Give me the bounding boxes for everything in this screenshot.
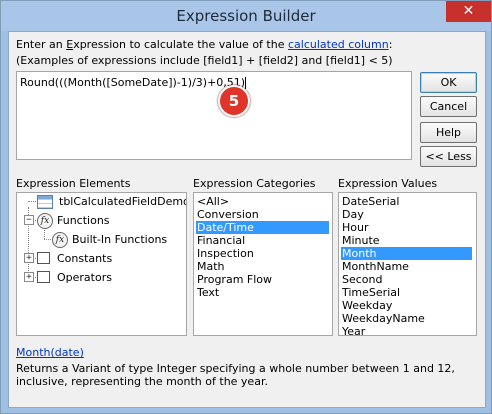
list-item[interactable]: DateSerial: [341, 195, 472, 208]
folder-icon: [37, 271, 50, 283]
step-callout-badge: 5: [218, 85, 250, 117]
expression-categories-list[interactable]: <All> Conversion Date/Time Financial Ins…: [193, 192, 333, 336]
list-item[interactable]: Text: [196, 286, 329, 299]
text-caret: [245, 77, 247, 89]
expression-builder-window: Expression Builder ✕ Enter an Expression…: [0, 0, 492, 414]
list-item[interactable]: Second: [341, 273, 472, 286]
tree-item-label: Constants: [57, 252, 113, 265]
expand-toggle[interactable]: +: [24, 253, 34, 263]
function-description: Returns a Variant of type Integer specif…: [16, 362, 455, 388]
dialog-body: Enter an Expression to calculate the val…: [8, 31, 486, 408]
list-item[interactable]: Weekday: [341, 299, 472, 312]
ok-button[interactable]: OK: [420, 72, 477, 93]
window-title: Expression Builder: [176, 7, 316, 25]
list-item[interactable]: Conversion: [196, 208, 329, 221]
expression-text-line: Round(((Month([SomeDate])-1)/3)+0,51): [20, 76, 247, 89]
list-item-selected[interactable]: Date/Time: [196, 221, 329, 234]
list-item[interactable]: Day: [341, 208, 472, 221]
expression-categories-header: Expression Categories: [193, 177, 316, 190]
function-icon: fx: [37, 213, 53, 229]
list-item[interactable]: MonthName: [341, 260, 472, 273]
help-button[interactable]: Help: [420, 122, 477, 143]
instruction-text: xpression to calculate the value of the: [73, 38, 288, 51]
function-icon: fx: [52, 232, 68, 248]
cancel-button[interactable]: Cancel: [420, 96, 477, 117]
syntax-link[interactable]: Month(date): [16, 346, 84, 359]
table-icon: [37, 195, 53, 209]
instruction-prefix: Enter an: [16, 38, 67, 51]
close-button[interactable]: ✕: [446, 1, 491, 22]
tree-item-label: tblCalculatedFieldDemo: [59, 195, 187, 208]
examples-text: (Examples of expressions include [field1…: [16, 54, 393, 67]
list-item[interactable]: <All>: [196, 195, 329, 208]
expression-elements-header: Expression Elements: [16, 177, 131, 190]
tree-item-label: Operators: [57, 271, 112, 284]
expression-elements-tree[interactable]: tblCalculatedFieldDemo − fx Functions fx…: [16, 192, 187, 336]
instruction-line: Enter an Expression to calculate the val…: [16, 38, 392, 51]
less-button[interactable]: << Less: [420, 146, 477, 167]
tree-line: [28, 201, 36, 202]
list-item[interactable]: WeekdayName: [341, 312, 472, 325]
expression-value: Round(((Month([SomeDate])-1)/3)+0,51): [20, 76, 246, 89]
folder-icon: [37, 252, 50, 264]
expression-values-header: Expression Values: [338, 177, 438, 190]
list-item[interactable]: TimeSerial: [341, 286, 472, 299]
collapse-toggle[interactable]: −: [24, 215, 34, 225]
tree-item-label: Functions: [57, 214, 110, 227]
expression-input[interactable]: Round(((Month([SomeDate])-1)/3)+0,51): [16, 71, 412, 160]
list-item[interactable]: Inspection: [196, 247, 329, 260]
list-item[interactable]: Financial: [196, 234, 329, 247]
tree-item-label: Built-In Functions: [72, 233, 168, 246]
list-item[interactable]: Year: [341, 325, 472, 335]
title-bar[interactable]: Expression Builder ✕: [1, 1, 491, 31]
list-item[interactable]: Math: [196, 260, 329, 273]
list-item[interactable]: Hour: [341, 221, 472, 234]
list-item[interactable]: Program Flow: [196, 273, 329, 286]
expand-toggle[interactable]: +: [24, 272, 34, 282]
list-item-selected[interactable]: Month: [341, 247, 472, 260]
list-item[interactable]: Minute: [341, 234, 472, 247]
expression-values-list[interactable]: DateSerial Day Hour Minute Month MonthNa…: [338, 192, 477, 336]
instruction-suffix: :: [388, 38, 393, 51]
calculated-column-link[interactable]: calculated column: [288, 38, 389, 51]
tree-line: [44, 239, 51, 240]
